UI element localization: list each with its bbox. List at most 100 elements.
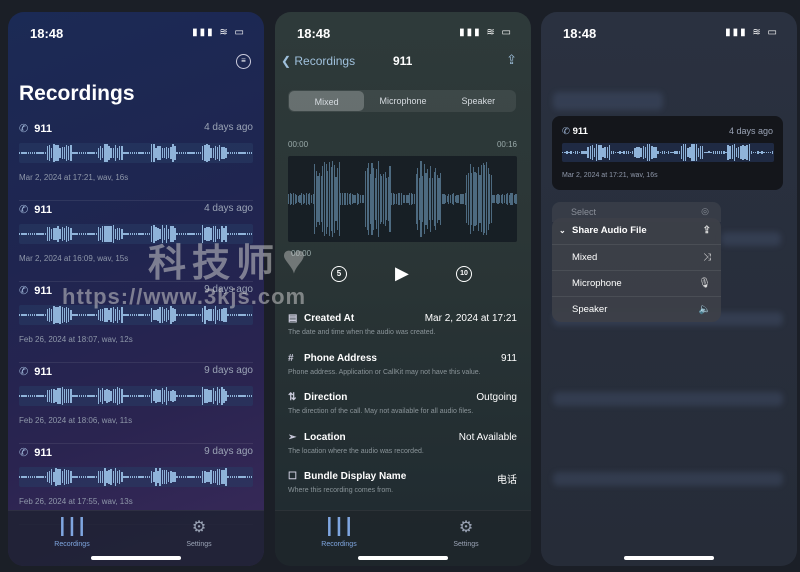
waveform-bar	[250, 314, 253, 316]
menu-item-speaker[interactable]: Speaker 🔈	[552, 296, 721, 322]
field-icon: ▤	[288, 313, 298, 324]
detail-field: ☐ Bundle Display Name 电话 Where this recor…	[288, 471, 517, 494]
checkmark-circle-icon: ◎	[701, 206, 709, 216]
status-icons: ▮▮▮ ≋ ▭	[192, 27, 246, 38]
recording-name: ✆ 911	[19, 366, 52, 378]
field-icon: ☐	[288, 471, 297, 482]
home-indicator	[91, 556, 181, 560]
tab-settings[interactable]: ⚙ Settings	[159, 517, 239, 548]
recording-name: ✆ 911	[19, 123, 52, 135]
menu-item-microphone[interactable]: Microphone 🎙	[552, 270, 721, 296]
segment-mixed[interactable]: Mixed	[289, 91, 365, 111]
waveform-bar	[250, 232, 253, 236]
microphone-icon: 🎙	[698, 278, 711, 289]
recording-meta: Mar 2, 2024 at 16:09, wav, 15s	[19, 254, 129, 263]
recording-name: ✆ 911	[19, 204, 52, 216]
phone-call-icon: ✆	[19, 204, 29, 216]
skip-forward-button[interactable]: 10	[456, 266, 472, 282]
field-icon: ➢	[288, 431, 297, 443]
recording-age: 4 days ago	[204, 203, 253, 214]
detail-field: # Phone Address 911 Phone address. Applic…	[288, 353, 517, 376]
field-label: Created At	[304, 313, 355, 324]
detail-field: ➢ Location Not Available The location whe…	[288, 432, 517, 455]
recording-age: 9 days ago	[204, 284, 253, 295]
segment-microphone[interactable]: Microphone	[365, 90, 440, 112]
start-time: 00:00	[288, 140, 309, 149]
field-description: Phone address. Application or CallKit ma…	[288, 368, 481, 376]
status-time: 18:48	[297, 26, 331, 41]
field-value: 911	[501, 352, 517, 364]
recording-name: ✆ 911	[19, 285, 52, 297]
skip-back-button[interactable]: 5	[331, 266, 347, 282]
share-icon[interactable]: ⇪	[506, 52, 517, 68]
field-label: Bundle Display Name	[304, 471, 407, 482]
recordings-screen: 18:48 ▮▮▮ ≋ ▭ ≡ Recordings ✆ 911 4 days a…	[8, 12, 264, 566]
phone-call-icon: ✆	[19, 123, 29, 135]
waveform-bar	[771, 151, 774, 154]
nav-title: 911	[393, 54, 413, 68]
gear-icon: ⚙	[191, 519, 207, 536]
recording-meta: Mar 2, 2024 at 17:21, wav, 16s	[19, 173, 129, 182]
field-value: 电话	[497, 475, 517, 486]
tab-settings[interactable]: ⚙ Settings	[426, 517, 506, 548]
tab-bar: ┃┃┃ Recordings ⚙ Settings	[275, 510, 531, 566]
waveform	[19, 386, 253, 406]
recording-name: ✆ 911	[19, 447, 52, 459]
waveform	[19, 143, 253, 163]
shuffle-icon: ⤨	[703, 252, 711, 263]
field-value: Mar 2, 2024 at 17:21	[424, 313, 517, 324]
back-button[interactable]: ❮ Recordings	[281, 54, 355, 68]
field-label: Location	[304, 431, 346, 443]
share-menu: ⌄ Share Audio File ⇪ Mixed ⤨ Microphone 🎙 Sp…	[552, 218, 721, 322]
recording-age: 9 days ago	[204, 446, 253, 457]
tab-recordings[interactable]: ┃┃┃ Recordings	[32, 517, 112, 548]
field-description: Where this recording comes from.	[288, 487, 394, 494]
waveform	[19, 224, 253, 244]
field-description: The location where the audio was recorde…	[288, 447, 424, 455]
end-time: 00:16	[496, 140, 517, 149]
play-button[interactable]: ▶	[395, 263, 409, 284]
recording-row[interactable]: ✆ 911 9 days ago Feb 26, 2024 at 18:06, w…	[19, 363, 253, 444]
status-time: 18:48	[563, 26, 597, 41]
tab-bar: ┃┃┃ Recordings ⚙ Settings	[8, 510, 264, 566]
context-menu-screen: 18:48 ▮▮▮ ≋ ▭ ✆ 911 4 days ago Mar 2, 20…	[541, 12, 797, 566]
waveform-icon: ┃┃┃	[324, 519, 354, 536]
waveform-icon: ┃┃┃	[57, 519, 87, 536]
field-label: Direction	[304, 392, 348, 403]
status-icons: ▮▮▮ ≋ ▭	[459, 27, 513, 38]
waveform	[19, 305, 253, 325]
age: 4 days ago	[728, 126, 773, 136]
field-icon: ⇅	[288, 392, 297, 403]
chevron-down-icon: ⌄	[559, 226, 566, 235]
waveform-bar	[250, 475, 253, 479]
filter-icon[interactable]: ≡	[236, 54, 251, 69]
tab-recordings[interactable]: ┃┃┃ Recordings	[299, 517, 379, 548]
recording-preview-card: ✆ 911 4 days ago Mar 2, 2024 at 17:21, w…	[552, 116, 783, 190]
phone-call-icon: ✆	[19, 366, 29, 378]
waveform-bar	[250, 394, 253, 397]
recording-row[interactable]: ✆ 911 9 days ago Feb 26, 2024 at 18:07, w…	[19, 282, 253, 363]
waveform	[562, 143, 774, 162]
home-indicator	[624, 556, 714, 560]
waveform-bar	[515, 194, 517, 204]
gear-icon: ⚙	[458, 519, 474, 536]
phone-call-icon: ✆	[562, 126, 573, 137]
recording-age: 4 days ago	[204, 122, 253, 133]
detail-field: ▤ Created At Mar 2, 2024 at 17:21 The dat…	[288, 313, 517, 336]
field-label: Phone Address	[304, 352, 377, 364]
recording-row[interactable]: ✆ 911 4 days ago Mar 2, 2024 at 17:21, wa…	[19, 120, 253, 201]
segment-speaker[interactable]: Speaker	[441, 90, 516, 112]
waveform	[19, 467, 253, 487]
field-value: Outgoing	[476, 392, 517, 403]
waveform-scrubber[interactable]	[288, 156, 517, 242]
share-audio-file-header[interactable]: ⌄ Share Audio File ⇪	[552, 218, 721, 244]
meta: Mar 2, 2024 at 17:21, wav, 16s	[562, 172, 658, 179]
recording-age: 9 days ago	[204, 365, 253, 376]
phone-call-icon: ✆	[19, 285, 29, 297]
detail-field: ⇅ Direction Outgoing The direction of the…	[288, 392, 517, 415]
menu-item-mixed[interactable]: Mixed ⤨	[552, 244, 721, 270]
page-title: Recordings	[19, 82, 135, 105]
field-description: The date and time when the audio was cre…	[288, 329, 436, 336]
recording-row[interactable]: ✆ 911 4 days ago Mar 2, 2024 at 16:09, wa…	[19, 201, 253, 282]
speaker-icon: 🔈	[698, 304, 711, 315]
